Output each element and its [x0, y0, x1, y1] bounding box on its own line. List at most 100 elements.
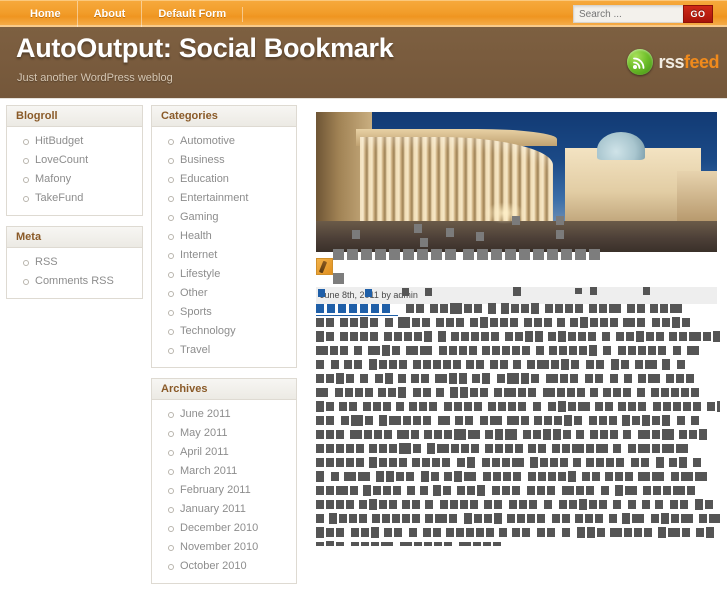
- redacted-text-block: [636, 331, 644, 342]
- nav-item-about[interactable]: About: [76, 1, 142, 28]
- redacted-text-block: [695, 499, 703, 510]
- list-item[interactable]: Internet: [152, 246, 296, 265]
- list-item-label[interactable]: Technology: [180, 325, 236, 337]
- redacted-text-block: [587, 527, 595, 538]
- redacted-text-block: [379, 444, 387, 453]
- redacted-text-block: [385, 373, 393, 384]
- list-item[interactable]: LoveCount: [7, 151, 142, 170]
- list-item-label[interactable]: May 2011: [180, 427, 228, 439]
- redacted-text-block: [554, 416, 562, 425]
- redacted-text-block: [490, 416, 502, 425]
- list-item[interactable]: April 2011: [152, 443, 296, 462]
- redacted-text-block: [383, 402, 391, 411]
- list-item[interactable]: October 2010: [152, 557, 296, 576]
- list-item[interactable]: Education: [152, 170, 296, 189]
- list-item[interactable]: Lifestyle: [152, 265, 296, 284]
- redacted-text-block: [626, 332, 634, 341]
- list-item[interactable]: January 2011: [152, 500, 296, 519]
- list-item-label[interactable]: Internet: [180, 249, 217, 261]
- list-item-label[interactable]: Gaming: [180, 211, 219, 223]
- list-item[interactable]: Comments RSS: [7, 272, 142, 291]
- redacted-text-block: [444, 542, 452, 546]
- list-item-label[interactable]: Business: [180, 154, 225, 166]
- redacted-text-block: [527, 514, 535, 523]
- list-item-label[interactable]: November 2010: [180, 541, 258, 553]
- redacted-text-block: [438, 331, 446, 342]
- nav-item-default-form[interactable]: Default Form: [141, 1, 242, 28]
- redacted-text-block: [456, 318, 464, 327]
- list-item-label[interactable]: Entertainment: [180, 192, 248, 204]
- list-item[interactable]: February 2011: [152, 481, 296, 500]
- list-item-label[interactable]: Comments RSS: [35, 275, 114, 287]
- sidebar-column-left: Blogroll HitBudget LoveCount Mafony TakeFund…: [6, 105, 143, 309]
- list-item-label[interactable]: Sports: [180, 306, 212, 318]
- list-item[interactable]: March 2011: [152, 462, 296, 481]
- post-featured-image[interactable]: [316, 112, 717, 252]
- redacted-text-block: [392, 514, 400, 523]
- list-item[interactable]: May 2011: [152, 424, 296, 443]
- list-item[interactable]: June 2011: [152, 405, 296, 424]
- redacted-text-block: [474, 402, 482, 411]
- list-item[interactable]: TakeFund: [7, 189, 142, 208]
- post-title-redacted[interactable]: [316, 235, 716, 284]
- redacted-text-block: [571, 360, 579, 369]
- list-item[interactable]: Business: [152, 151, 296, 170]
- site-title[interactable]: AutoOutput: Social Bookmark: [16, 33, 394, 64]
- list-item-label[interactable]: HitBudget: [35, 135, 83, 147]
- redacted-text-block: [354, 360, 362, 369]
- list-item[interactable]: Technology: [152, 322, 296, 341]
- search-go-button[interactable]: GO: [683, 5, 713, 23]
- widget-list-categories: Automotive Business Education Entertainment…: [152, 127, 296, 367]
- search-input[interactable]: [573, 5, 683, 23]
- redacted-text-block: [356, 444, 364, 453]
- redacted-text-block: [502, 486, 510, 495]
- redacted-text-block: [456, 528, 464, 537]
- list-item[interactable]: Health: [152, 227, 296, 246]
- list-item-label[interactable]: TakeFund: [35, 192, 83, 204]
- list-item[interactable]: November 2010: [152, 538, 296, 557]
- list-item-label[interactable]: April 2011: [180, 446, 229, 458]
- redacted-text-block: [548, 332, 556, 341]
- redacted-text-block: [586, 444, 594, 453]
- redacted-text-block: [540, 458, 548, 467]
- redacted-text-block: [466, 360, 474, 369]
- list-item-label[interactable]: LoveCount: [35, 154, 88, 166]
- rss-feed-logo[interactable]: rssfeed: [627, 49, 720, 75]
- list-item-label[interactable]: February 2011: [180, 484, 251, 496]
- list-item[interactable]: Automotive: [152, 132, 296, 151]
- redacted-text-block: [442, 458, 450, 467]
- nav-item-home[interactable]: Home: [14, 1, 77, 28]
- redacted-text-block: [336, 373, 344, 384]
- redacted-text-block: [453, 360, 461, 369]
- redacted-text-block: [642, 415, 650, 426]
- list-item-label[interactable]: June 2011: [180, 408, 231, 420]
- redacted-text-block: [589, 500, 597, 509]
- list-item[interactable]: Other: [152, 284, 296, 303]
- list-item-label[interactable]: January 2011: [180, 503, 246, 515]
- list-item[interactable]: RSS: [7, 253, 142, 272]
- list-item[interactable]: Travel: [152, 341, 296, 360]
- redacted-text-block: [371, 527, 379, 538]
- list-item-label[interactable]: Lifestyle: [180, 268, 220, 280]
- redacted-text-block: [457, 458, 465, 467]
- redacted-text-block: [544, 500, 552, 509]
- list-item-label[interactable]: Mafony: [35, 173, 71, 185]
- list-item[interactable]: Mafony: [7, 170, 142, 189]
- redacted-text-block: [652, 416, 660, 425]
- list-item[interactable]: December 2010: [152, 519, 296, 538]
- list-item-label[interactable]: March 2011: [180, 465, 237, 477]
- list-item-label[interactable]: December 2010: [180, 522, 258, 534]
- list-item-label[interactable]: Automotive: [180, 135, 235, 147]
- list-item-label[interactable]: Health: [180, 230, 212, 242]
- list-item[interactable]: Gaming: [152, 208, 296, 227]
- list-item-label[interactable]: Education: [180, 173, 229, 185]
- list-item[interactable]: Sports: [152, 303, 296, 322]
- list-item-label[interactable]: Other: [180, 287, 208, 299]
- list-item-label[interactable]: RSS: [35, 256, 58, 268]
- redacted-text-block: [534, 416, 542, 425]
- list-item[interactable]: Entertainment: [152, 189, 296, 208]
- list-item-label[interactable]: Travel: [180, 344, 210, 356]
- list-item-label[interactable]: October 2010: [180, 560, 247, 572]
- redacted-text-block: [592, 472, 600, 481]
- list-item[interactable]: HitBudget: [7, 132, 142, 151]
